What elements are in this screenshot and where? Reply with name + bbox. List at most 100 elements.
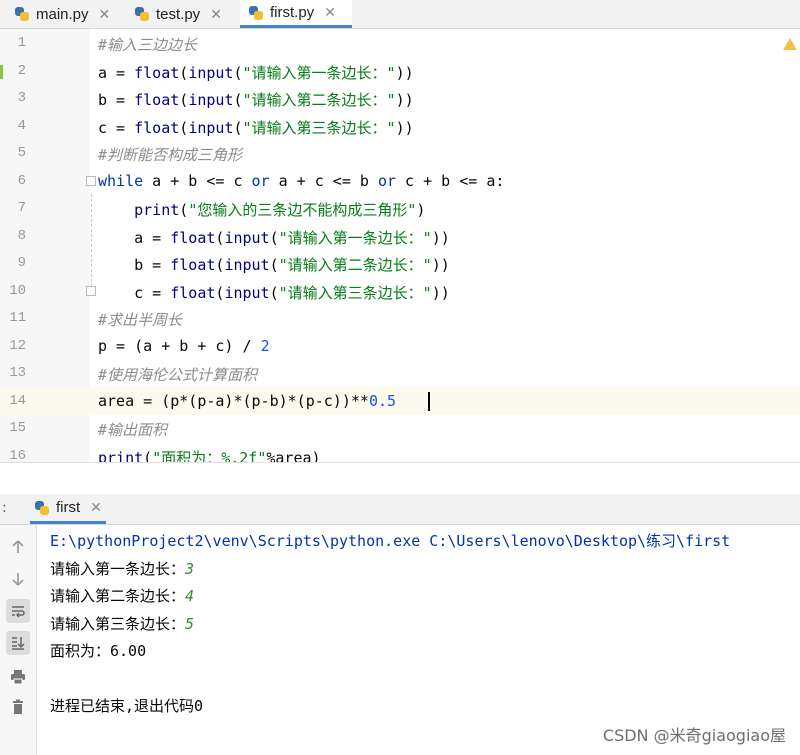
code-line[interactable]: c = float(input("请输入第三条边长：")) (98, 282, 450, 303)
run-panel-header: : first ✕ (0, 494, 800, 525)
code-token: )) (395, 118, 414, 137)
trash-icon[interactable] (6, 695, 30, 719)
code-token: input (224, 256, 270, 274)
python-file-icon (14, 6, 30, 22)
close-icon[interactable]: ✕ (90, 499, 102, 516)
code-token: #判断能否构成三角形 (98, 146, 243, 164)
code-line[interactable]: area = (p*(p-a)*(p-b)*(p-c))**0.5 (98, 392, 396, 410)
code-token: "请输入第一条边长：" (278, 228, 432, 247)
code-line[interactable]: #输入三边边长 (98, 34, 197, 55)
code-token: float (134, 91, 180, 109)
fold-end-icon[interactable] (86, 286, 96, 296)
code-token: )) (431, 256, 450, 274)
code-line[interactable]: #求出半周长 (98, 309, 182, 330)
code-token: b = (98, 91, 135, 109)
line-number: 10 (9, 282, 26, 299)
close-icon[interactable]: ✕ (210, 6, 222, 23)
console-text: 面积为：6.00 (50, 642, 147, 660)
tab-main-py[interactable]: main.py ✕ (14, 0, 130, 28)
code-token: ( (179, 91, 189, 109)
line-number: 14 (9, 392, 26, 409)
code-token: or (251, 171, 270, 190)
tab-label: main.py (36, 5, 89, 23)
code-token: c = (98, 118, 135, 137)
code-line[interactable]: p = (a + b + c) / 2 (98, 337, 270, 355)
line-number: 6 (17, 172, 26, 189)
indent-guide (91, 194, 93, 292)
code-token: )) (431, 228, 450, 247)
run-panel-prefix: : (2, 500, 7, 516)
python-file-icon (248, 5, 264, 21)
code-line[interactable]: c = float(input("请输入第三条边长：")) (98, 117, 414, 138)
code-line[interactable]: b = float(input("请输入第二条边长：")) (98, 89, 414, 110)
code-token: ( (179, 201, 189, 219)
close-icon[interactable]: ✕ (99, 6, 111, 23)
code-line[interactable]: print("您输入的三条边不能构成三角形") (98, 199, 425, 220)
code-token: "请输入第三条边长：" (278, 283, 432, 302)
editor-tab-bar: main.py ✕ test.py ✕ first.py ✕ (0, 0, 800, 29)
code-token: ( (233, 63, 243, 82)
python-file-icon (134, 6, 150, 22)
user-input-value: 5 (185, 614, 195, 633)
code-token: ( (179, 63, 189, 82)
line-number: 15 (9, 420, 26, 436)
code-token: a = (98, 228, 171, 247)
code-token: float (134, 63, 180, 82)
console-line: 请输入第二条边长：4 (50, 585, 194, 606)
scroll-to-end-icon[interactable] (6, 631, 30, 655)
run-tab-first[interactable]: first ✕ (30, 494, 106, 524)
code-line[interactable]: while a + b <= c or a + c <= b or c + b … (98, 172, 504, 190)
code-token: "请输入第二条边长：" (278, 256, 432, 274)
code-token: input (224, 283, 270, 302)
code-token: "请输入第三条边长：" (242, 118, 396, 137)
line-number: 1 (17, 35, 26, 51)
arrow-up-icon[interactable] (6, 535, 30, 559)
code-token: #输入三边边长 (98, 36, 198, 54)
code-token: #求出半周长 (98, 311, 183, 329)
line-number: 13 (9, 365, 26, 381)
code-token: while (98, 171, 144, 190)
line-number: 12 (9, 337, 26, 354)
code-line[interactable]: #判断能否构成三角形 (98, 144, 242, 165)
line-number: 3 (17, 90, 26, 106)
close-icon[interactable]: ✕ (324, 4, 336, 21)
code-token: 2 (260, 336, 270, 355)
code-token: or (377, 171, 397, 190)
code-token: "您输入的三条边不能构成三角形" (188, 201, 417, 219)
code-token: a + c <= b (269, 171, 378, 190)
code-line[interactable]: #输出面积 (98, 419, 167, 440)
fold-toggle-icon[interactable] (86, 176, 96, 186)
print-icon[interactable] (6, 665, 30, 689)
code-line[interactable]: b = float(input("请输入第二条边长：")) (98, 254, 450, 275)
code-token: )) (431, 283, 450, 302)
code-token: 0.5 (368, 391, 397, 410)
code-line[interactable]: #使用海伦公式计算面积 (98, 364, 257, 385)
console-text: 进程已结束,退出代码0 (50, 697, 204, 715)
code-token: "请输入第一条边长：" (242, 63, 396, 82)
console-line: 面积为：6.00 (50, 640, 146, 661)
tab-test-py[interactable]: test.py ✕ (134, 0, 238, 28)
code-token: area = (p*(p-a)*(p-b)*(p-c))** (98, 391, 369, 410)
code-token: float (170, 283, 216, 302)
editor-bottom-area (0, 462, 800, 493)
code-token: a = (98, 63, 135, 82)
line-number: 5 (17, 145, 26, 161)
tab-label: test.py (156, 5, 201, 23)
watermark: CSDN @米奇giaogiao屋 (602, 726, 786, 745)
line-number: 7 (17, 200, 26, 216)
code-token: ) (416, 201, 426, 219)
run-toolbar (0, 525, 37, 755)
code-line[interactable]: a = float(input("请输入第一条边长：")) (98, 227, 450, 248)
tab-first-py[interactable]: first.py ✕ (240, 0, 352, 28)
arrow-down-icon[interactable] (6, 567, 30, 591)
text-caret (428, 392, 430, 411)
warning-icon[interactable] (783, 38, 797, 50)
console-line: 请输入第三条边长：5 (50, 613, 194, 634)
code-token: input (224, 228, 270, 247)
code-token: "请输入第二条边长：" (242, 91, 396, 109)
code-line[interactable]: a = float(input("请输入第一条边长：")) (98, 62, 414, 83)
code-token: a + b <= c (143, 171, 252, 190)
console-text: 请输入第二条边长： (50, 587, 186, 605)
soft-wrap-icon[interactable] (6, 599, 30, 623)
